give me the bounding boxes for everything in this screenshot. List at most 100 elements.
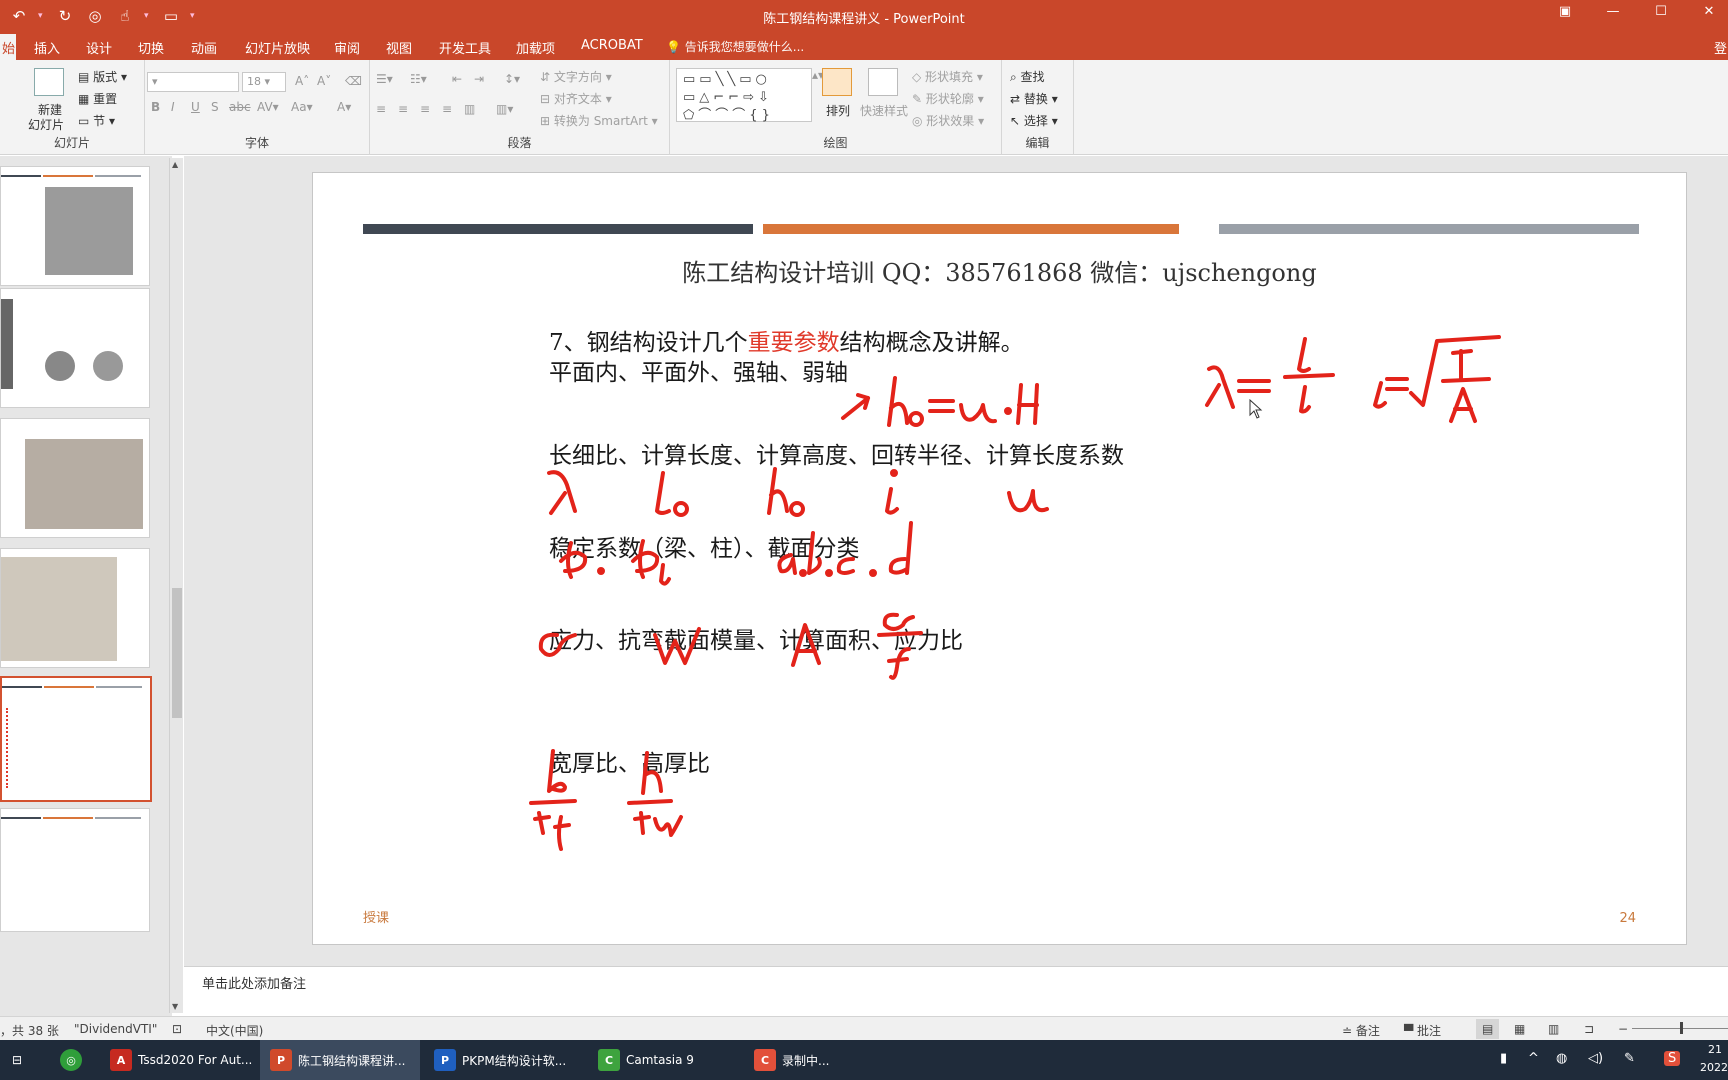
align-center-icon[interactable]: ≡ — [398, 102, 408, 116]
tab-animations[interactable]: 动画 — [191, 38, 217, 57]
slide-thumbnail-19[interactable] — [0, 166, 150, 286]
tab-acrobat[interactable]: ACROBAT — [581, 38, 643, 53]
shapes-gallery[interactable]: ▭▭╲╲▭○ ▭△⌐⌐⇨⇩ ⬠⌒⌒⌒{} — [676, 68, 812, 123]
underline-icon[interactable]: U — [191, 100, 200, 114]
tab-addins[interactable]: 加载项 — [516, 38, 555, 57]
bullets-icon[interactable]: ☰▾ — [376, 72, 393, 86]
current-slide[interactable]: 陈工结构设计培训 QQ：385761868 微信：ujschengong 7、钢… — [312, 172, 1687, 945]
increase-indent-icon[interactable]: ⇥ — [474, 72, 484, 86]
new-slide-icon[interactable] — [34, 68, 64, 96]
tab-insert[interactable]: 插入 — [34, 38, 60, 57]
clear-formatting-icon[interactable]: ⌫ — [345, 74, 362, 88]
pen-icon[interactable]: ✎ — [1624, 1051, 1635, 1066]
scrollbar-thumb[interactable] — [172, 588, 182, 718]
thumbnail-scrollbar[interactable]: ▲ ▼ — [169, 158, 183, 1013]
tab-slideshow[interactable]: 幻灯片放映 — [245, 38, 310, 57]
tab-transitions[interactable]: 切换 — [138, 38, 164, 57]
select-button[interactable]: ↖ 选择 ▾ — [1010, 112, 1058, 129]
bold-icon[interactable]: B — [151, 100, 160, 114]
task-view-icon[interactable]: ⊟ — [8, 1040, 22, 1080]
notes-toggle-button[interactable]: ≐ 备注 — [1342, 1022, 1380, 1039]
slide-thumbnail-25[interactable] — [0, 808, 150, 932]
language-indicator[interactable]: 中文(中国) — [206, 1022, 263, 1039]
reading-view-icon[interactable]: ▥ — [1548, 1022, 1559, 1036]
spellcheck-icon[interactable]: ⊡ — [172, 1022, 182, 1036]
shape-outline-button[interactable]: ✎ 形状轮廓 ▾ — [912, 90, 984, 107]
tab-developer[interactable]: 开发工具 — [439, 38, 491, 57]
tab-view[interactable]: 视图 — [386, 38, 412, 57]
green-app-icon[interactable]: ◎ — [56, 1040, 82, 1080]
numbering-icon[interactable]: ☷▾ — [410, 72, 427, 86]
slideshow-view-icon[interactable]: ⊐ — [1584, 1022, 1594, 1036]
zoom-out-icon[interactable]: − — [1618, 1022, 1628, 1036]
justify-icon[interactable]: ≡ — [442, 102, 452, 116]
ink-arrow — [841, 396, 870, 420]
shape-fill-button[interactable]: ◇ 形状填充 ▾ — [912, 68, 983, 85]
notes-pane[interactable]: 单击此处添加备注 — [184, 966, 1728, 1016]
scroll-down-icon[interactable]: ▼ — [172, 1002, 178, 1011]
arrange-label[interactable]: 排列 — [826, 102, 850, 119]
reset-button[interactable]: ▦ 重置 — [78, 90, 117, 107]
italic-icon[interactable]: I — [171, 100, 175, 114]
grow-font-icon[interactable]: A˄ — [295, 74, 309, 88]
powerpoint-icon: P — [270, 1049, 292, 1071]
close-icon[interactable]: ✕ — [1698, 4, 1720, 19]
taskbar-recording[interactable]: C 录制中... — [744, 1040, 854, 1080]
tell-me-search[interactable]: 💡 告诉我您想要做什么... — [666, 38, 804, 55]
slide-thumbnail-20[interactable] — [0, 288, 150, 408]
line-spacing-icon[interactable]: ↕▾ — [504, 72, 520, 86]
sign-in-link[interactable]: 登 — [1714, 38, 1728, 57]
ribbon-display-options-icon[interactable]: ▣ — [1554, 4, 1576, 19]
columns-icon[interactable]: ▥▾ — [496, 102, 513, 116]
decrease-indent-icon[interactable]: ⇤ — [452, 72, 462, 86]
change-case-icon[interactable]: Aa▾ — [291, 100, 313, 114]
slide-thumbnail-24-selected[interactable] — [0, 676, 152, 802]
font-family-select[interactable]: ▾ — [147, 72, 239, 92]
text-direction-button[interactable]: ⇵ 文字方向 ▾ — [540, 68, 612, 85]
maximize-icon[interactable]: ☐ — [1650, 4, 1672, 19]
slide-thumbnail-21[interactable] — [0, 418, 150, 538]
align-left-icon[interactable]: ≡ — [376, 102, 386, 116]
chrome-tray-icon[interactable]: ◍ — [1556, 1051, 1567, 1066]
arrange-icon[interactable] — [822, 68, 852, 96]
tab-design[interactable]: 设计 — [86, 38, 112, 57]
replace-button[interactable]: ⇄ 替换 ▾ — [1010, 90, 1058, 107]
show-hidden-icons-icon[interactable]: ^ — [1528, 1051, 1539, 1066]
tab-review[interactable]: 审阅 — [334, 38, 360, 57]
character-spacing-icon[interactable]: AV▾ — [257, 100, 279, 114]
taskbar-pkpm[interactable]: P PKPM结构设计软... — [424, 1040, 584, 1080]
zoom-slider-thumb[interactable] — [1680, 1022, 1683, 1034]
taskbar-tssd[interactable]: A Tssd2020 For Aut... — [100, 1040, 254, 1080]
quick-styles-label[interactable]: 快速样式 — [860, 102, 908, 119]
slide-thumbnail-22[interactable] — [0, 548, 150, 668]
clock-date[interactable]: 2022 — [1700, 1061, 1728, 1074]
scroll-up-icon[interactable]: ▲ — [172, 160, 178, 169]
find-button[interactable]: ⌕ 查找 — [1010, 68, 1045, 85]
distributed-icon[interactable]: ▥ — [464, 102, 475, 116]
shape-effects-button[interactable]: ◎ 形状效果 ▾ — [912, 112, 984, 129]
align-text-button[interactable]: ⊟ 对齐文本 ▾ — [540, 90, 612, 107]
font-color-icon[interactable]: A▾ — [337, 100, 351, 114]
input-method-icon[interactable]: S — [1664, 1051, 1681, 1066]
notes-placeholder[interactable]: 单击此处添加备注 — [202, 973, 306, 992]
section-button[interactable]: ▭ 节 ▾ — [78, 112, 115, 129]
font-size-select[interactable]: 18 ▾ — [242, 72, 286, 92]
strikethrough-icon[interactable]: abc — [229, 100, 251, 114]
shrink-font-icon[interactable]: A˅ — [317, 74, 331, 88]
shadow-icon[interactable]: S — [211, 100, 219, 114]
minimize-icon[interactable]: — — [1602, 4, 1624, 19]
quick-styles-icon[interactable] — [868, 68, 898, 96]
clock-time[interactable]: 21 — [1708, 1043, 1722, 1056]
new-slide-label-2[interactable]: 幻灯片 — [28, 116, 64, 133]
volume-icon[interactable]: ◁) — [1588, 1051, 1603, 1066]
battery-icon[interactable]: ▮ — [1500, 1051, 1507, 1066]
align-right-icon[interactable]: ≡ — [420, 102, 430, 116]
layout-button[interactable]: ▤ 版式 ▾ — [78, 68, 127, 85]
taskbar-powerpoint[interactable]: P 陈工钢结构课程讲... — [260, 1040, 420, 1080]
normal-view-icon[interactable]: ▤ — [1476, 1019, 1500, 1039]
tab-home[interactable]: 始 — [0, 34, 16, 60]
taskbar-camtasia[interactable]: C Camtasia 9 — [588, 1040, 738, 1080]
comments-toggle-button[interactable]: ▀ 批注 — [1404, 1022, 1441, 1039]
slide-sorter-view-icon[interactable]: ▦ — [1514, 1022, 1525, 1036]
convert-smartart-button[interactable]: ⊞ 转换为 SmartArt ▾ — [540, 112, 658, 129]
